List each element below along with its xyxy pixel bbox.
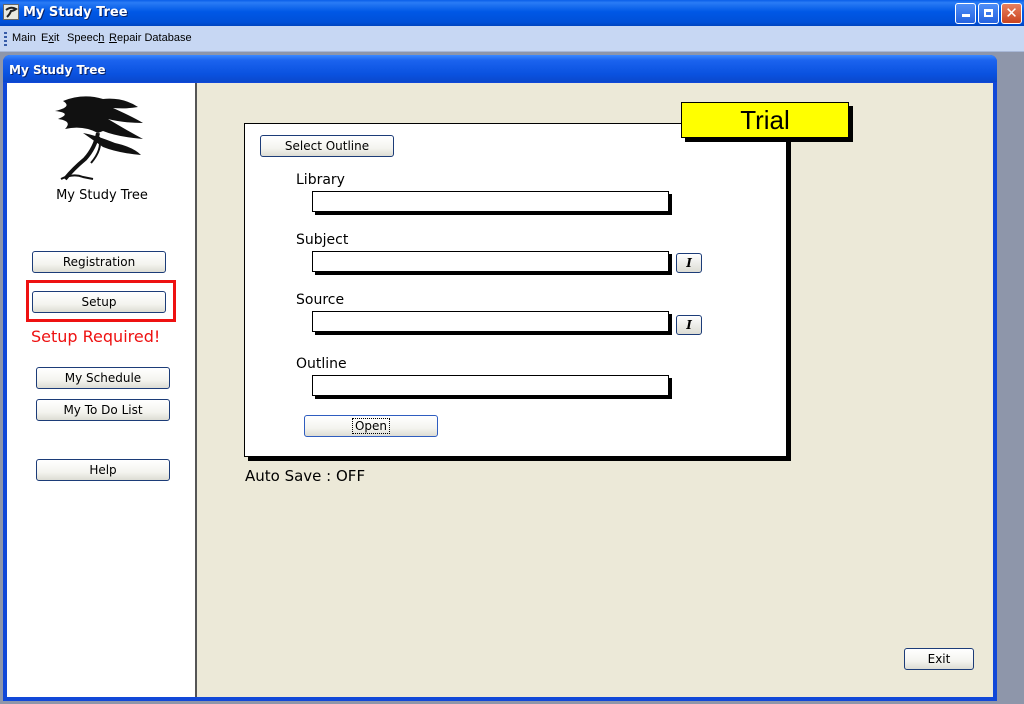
menu-repair-database[interactable]: Repair Database — [109, 32, 192, 44]
registration-button[interactable]: Registration — [32, 251, 166, 273]
app-tree-icon — [3, 4, 19, 20]
menu-speech[interactable]: Speech — [67, 32, 104, 44]
child-title-bar: My Study Tree — [3, 55, 997, 82]
auto-save-status: Auto Save : OFF — [245, 467, 366, 485]
source-label: Source — [296, 292, 345, 308]
subject-field[interactable] — [312, 251, 669, 272]
setup-button[interactable]: Setup — [32, 291, 166, 313]
outline-label: Outline — [296, 356, 347, 372]
exit-button[interactable]: Exit — [904, 648, 974, 670]
source-italic-button[interactable]: I — [676, 315, 702, 335]
menu-bar: Main Exit Speech Repair Database — [0, 26, 1024, 52]
trial-badge: Trial — [681, 102, 849, 138]
tree-logo-icon — [43, 93, 153, 183]
child-window: My Study Tree My Study Tree Registration… — [3, 55, 997, 701]
source-field[interactable] — [312, 311, 669, 332]
app-title: My Study Tree — [23, 5, 128, 20]
app-title-bar: My Study Tree ✕ — [0, 0, 1024, 26]
menu-grip-handle[interactable] — [4, 32, 7, 46]
close-button[interactable]: ✕ — [1001, 3, 1022, 24]
outline-field[interactable] — [312, 375, 669, 396]
restore-icon — [984, 9, 993, 17]
library-label: Library — [296, 172, 345, 188]
setup-required-warning: Setup Required! — [31, 327, 161, 346]
subject-italic-button[interactable]: I — [676, 253, 702, 273]
open-button[interactable]: Open — [304, 415, 438, 437]
restore-button[interactable] — [978, 3, 999, 24]
italic-icon: I — [686, 318, 692, 332]
my-todo-list-button[interactable]: My To Do List — [36, 399, 170, 421]
subject-label: Subject — [296, 232, 349, 248]
minimize-button[interactable] — [955, 3, 976, 24]
library-field[interactable] — [312, 191, 669, 212]
menu-main[interactable]: Main — [12, 32, 36, 44]
child-title: My Study Tree — [9, 63, 106, 77]
open-button-label: Open — [351, 418, 391, 434]
close-icon: ✕ — [1005, 4, 1018, 22]
sidebar: My Study Tree Registration Setup Setup R… — [7, 83, 197, 697]
help-button[interactable]: Help — [36, 459, 170, 481]
my-schedule-button[interactable]: My Schedule — [36, 367, 170, 389]
minimize-icon — [961, 14, 970, 17]
outline-panel: Select Outline Library Subject I Source … — [244, 123, 787, 457]
select-outline-button[interactable]: Select Outline — [260, 135, 394, 157]
logo-text: My Study Tree — [56, 188, 148, 203]
italic-icon: I — [686, 256, 692, 270]
client-area: My Study Tree Registration Setup Setup R… — [7, 83, 993, 697]
menu-exit[interactable]: Exit — [41, 32, 59, 44]
